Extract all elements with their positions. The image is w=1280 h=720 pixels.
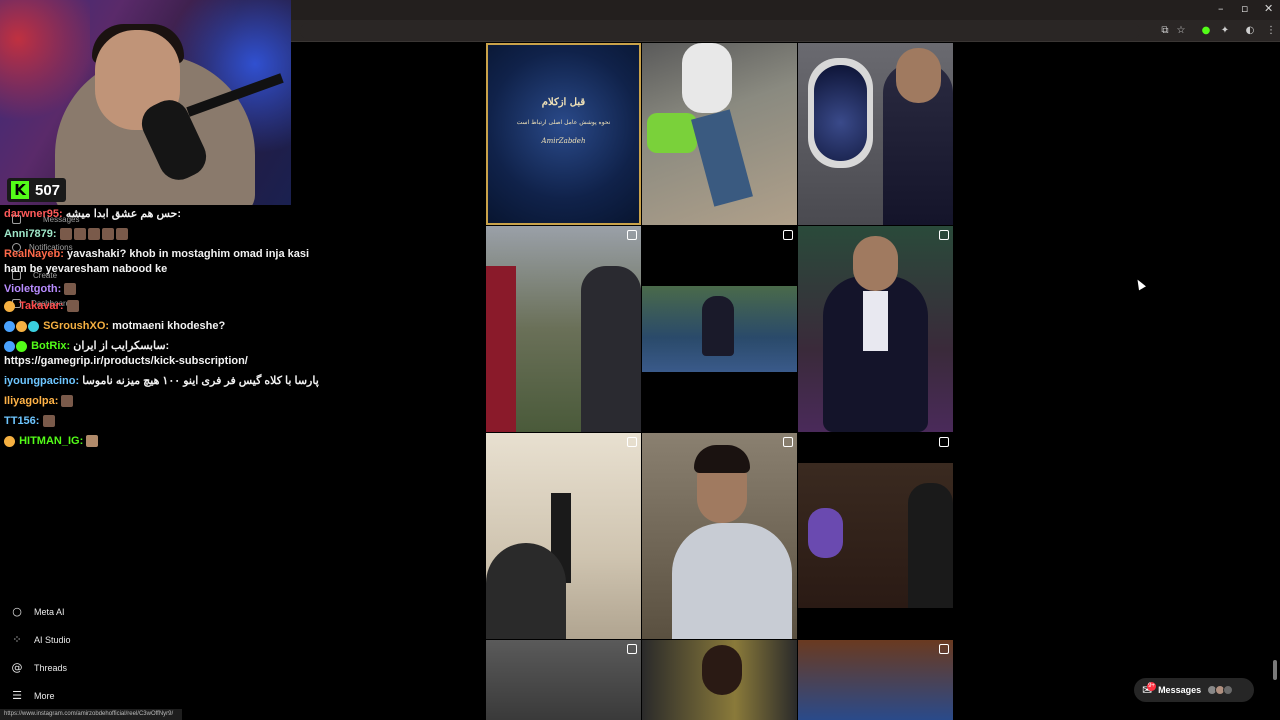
menu-icon[interactable]: ⋮ xyxy=(1264,24,1278,38)
link-status-bar: https://www.instagram.com/amirzobdehoffi… xyxy=(0,709,182,720)
reel-icon xyxy=(627,437,637,447)
chat-message: SGroushXO: motmaeni khodeshe? xyxy=(4,319,334,334)
reel-icon xyxy=(939,437,949,447)
puzzle-icon[interactable]: ✦ xyxy=(1218,24,1232,38)
emote-icon xyxy=(115,228,128,241)
grid-post[interactable] xyxy=(642,226,797,432)
extension-icon[interactable]: ● xyxy=(1199,24,1213,38)
reel-icon xyxy=(939,230,949,240)
nav-threads[interactable]: @ Threads xyxy=(10,661,68,674)
avatar xyxy=(1223,685,1234,695)
viewer-count-badge: K 507 xyxy=(7,178,67,202)
sword-badge-icon xyxy=(4,340,15,352)
post-subtitle: نحوه پوشش عامل اصلی ارتباط است xyxy=(516,119,611,126)
chat-message: iyoungpacino: پارسا با کلاه گیس فر فری ا… xyxy=(4,374,334,389)
chat-username[interactable]: TT156: xyxy=(4,415,39,427)
emote-icon xyxy=(64,283,77,296)
sword-badge-icon xyxy=(4,320,15,332)
post-signature: AmirZabdeh xyxy=(541,137,586,145)
emote-icon xyxy=(42,415,55,428)
bot-badge-icon xyxy=(16,340,27,352)
grid-post[interactable] xyxy=(486,226,641,432)
chat-username[interactable]: HITMAN_IG: xyxy=(19,435,83,447)
nav-ai-studio[interactable]: ⁘ AI Studio xyxy=(10,633,70,646)
chat-message: HITMAN_IG: xyxy=(4,434,334,449)
kick-logo-icon: K xyxy=(11,181,29,199)
grid-post[interactable] xyxy=(798,433,953,639)
grid-post[interactable] xyxy=(798,43,953,225)
notification-badge: 9+ xyxy=(1147,682,1156,691)
badge-icon xyxy=(4,300,15,312)
chat-username[interactable]: RealNayeb: xyxy=(4,248,64,260)
stream-chat: darwner95: حس هم عشق ابدا میشه: Anni7879… xyxy=(4,207,334,454)
grid-post[interactable] xyxy=(642,43,797,225)
grid-post[interactable] xyxy=(486,640,641,720)
grid-post[interactable] xyxy=(798,640,953,720)
maximize-button[interactable]: ▫ xyxy=(1241,2,1248,15)
grid-post[interactable] xyxy=(486,433,641,639)
grid-post[interactable] xyxy=(642,433,797,639)
gem-badge-icon xyxy=(28,320,39,332)
address-bar[interactable] xyxy=(300,23,1140,39)
grid-post[interactable] xyxy=(642,640,797,720)
chat-message: darwner95: حس هم عشق ابدا میشه: xyxy=(4,207,334,222)
viewer-count: 507 xyxy=(35,181,61,199)
reel-icon xyxy=(939,644,949,654)
chat-message: RealNayeb: yavashaki? khob in mostaghim … xyxy=(4,247,334,277)
nav-meta-ai[interactable]: ○ Meta AI xyxy=(10,605,64,618)
menu-icon: ☰ xyxy=(12,689,22,702)
page-scrollbar[interactable] xyxy=(1273,660,1277,680)
chat-username[interactable]: SGroushXO: xyxy=(43,320,109,332)
chat-username[interactable]: iyoungpacino: xyxy=(4,375,79,387)
chat-message: BotRix: سابسکرایب از ایران: https://game… xyxy=(4,339,334,369)
nav-more[interactable]: ☰ More xyxy=(10,689,54,702)
chat-username[interactable]: Anni7879: xyxy=(4,228,57,240)
ai-studio-icon: ⁘ xyxy=(12,633,22,646)
chat-message: Takavar: xyxy=(4,299,334,314)
profile-icon[interactable]: ◐ xyxy=(1243,24,1257,38)
chat-message: Violetgoth: xyxy=(4,282,334,297)
badge-icon xyxy=(16,320,27,332)
chat-username[interactable]: Takavar: xyxy=(19,300,63,312)
star-icon[interactable]: ☆ xyxy=(1174,24,1188,38)
reel-icon xyxy=(783,437,793,447)
chat-username[interactable]: Violetgoth: xyxy=(4,283,61,295)
emote-icon xyxy=(86,435,99,448)
chat-text: motmaeni khodeshe? xyxy=(112,320,226,332)
chat-text: حس هم عشق ابدا میشه: xyxy=(65,208,182,220)
chat-username[interactable]: darwner95: xyxy=(4,208,63,220)
badge-icon xyxy=(4,435,15,447)
emote-icon xyxy=(61,395,74,408)
reel-icon xyxy=(627,644,637,654)
reel-icon xyxy=(783,230,793,240)
minimize-button[interactable]: – xyxy=(1218,2,1224,15)
emote-icon xyxy=(66,300,79,313)
threads-icon: @ xyxy=(11,661,23,674)
chat-message: Iliyagolpa: xyxy=(4,394,334,409)
reel-icon xyxy=(627,230,637,240)
chat-text: پارسا با کلاه گیس فر فری اینو ۱۰۰ هیچ می… xyxy=(82,375,319,387)
emote-icon xyxy=(73,228,86,241)
post-title: قبل ازکلام xyxy=(541,97,586,108)
streamer-webcam: K 507 xyxy=(0,0,291,205)
grid-post[interactable] xyxy=(798,226,953,432)
emote-icon xyxy=(87,228,100,241)
grid-post[interactable]: قبل ازکلام نحوه پوشش عامل اصلی ارتباط اس… xyxy=(486,43,641,225)
chat-username[interactable]: BotRix: xyxy=(31,340,70,352)
chat-message: Anni7879: xyxy=(4,227,334,242)
chat-username[interactable]: Iliyagolpa: xyxy=(4,395,58,407)
cast-icon[interactable]: ⧉ xyxy=(1158,24,1172,38)
chat-message: TT156: xyxy=(4,414,334,429)
emote-icon xyxy=(59,228,72,241)
meta-ai-icon: ○ xyxy=(12,605,22,618)
close-button[interactable]: ✕ xyxy=(1264,2,1273,15)
mouse-cursor xyxy=(1134,277,1146,291)
emote-icon xyxy=(101,228,114,241)
